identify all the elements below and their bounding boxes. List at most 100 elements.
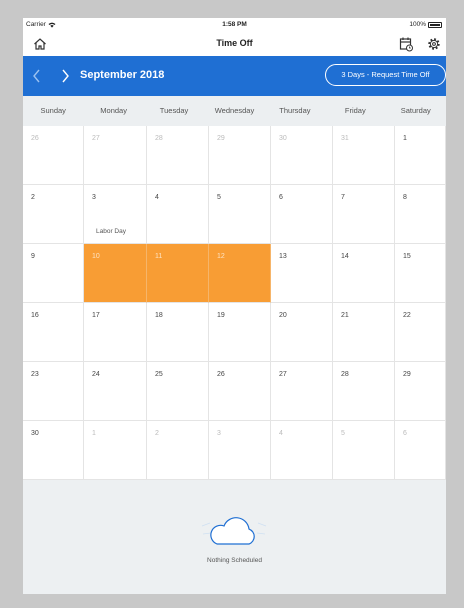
day-cell[interactable]: 1 — [395, 126, 446, 185]
day-cell[interactable]: 3 Labor Day — [84, 185, 147, 244]
weekday-thursday: Thursday — [279, 106, 311, 115]
day-cell[interactable]: 30 — [23, 421, 84, 480]
day-number: 6 — [279, 194, 283, 201]
day-number: 25 — [155, 371, 163, 378]
day-number: 30 — [279, 135, 287, 142]
day-cell[interactable]: 2 — [23, 185, 84, 244]
day-number: 3 — [217, 430, 221, 437]
weekday-saturday: Saturday — [400, 106, 431, 115]
day-cell[interactable]: 29 — [395, 362, 446, 421]
day-number: 12 — [217, 253, 225, 260]
battery-percent: 100% — [409, 21, 426, 28]
day-cell[interactable]: 16 — [23, 303, 84, 362]
day-number: 22 — [403, 312, 411, 319]
weekday-tuesday: Tuesday — [159, 106, 189, 115]
day-number: 28 — [155, 135, 163, 142]
day-number: 5 — [217, 194, 221, 201]
day-cell[interactable]: 27 — [84, 126, 147, 185]
month-title: September 2018 — [80, 69, 165, 81]
day-number: 27 — [279, 371, 287, 378]
day-cell[interactable]: 5 — [209, 185, 271, 244]
day-cell[interactable]: 7 — [333, 185, 395, 244]
day-cell-selected[interactable]: 11 — [147, 244, 209, 303]
day-cell[interactable]: 22 — [395, 303, 446, 362]
page-title: Time Off — [216, 38, 253, 48]
day-cell[interactable]: 21 — [333, 303, 395, 362]
day-number: 2 — [155, 430, 159, 437]
request-time-off-button[interactable]: 3 Days - Request Time Off — [325, 64, 446, 86]
day-number: 11 — [155, 253, 163, 260]
top-bar: Time Off — [23, 32, 446, 56]
battery: 100% — [409, 21, 442, 28]
day-cell[interactable]: 28 — [147, 126, 209, 185]
empty-state: Nothing Scheduled — [23, 480, 446, 594]
day-number: 3 — [92, 194, 96, 201]
calendar-icon[interactable] — [399, 36, 413, 52]
day-number: 27 — [92, 135, 100, 142]
day-cell[interactable]: 9 — [23, 244, 84, 303]
cloud-icon — [201, 517, 267, 545]
weekday-wednesday: Wednesday — [214, 106, 255, 115]
day-number: 28 — [341, 371, 349, 378]
day-cell[interactable]: 28 — [333, 362, 395, 421]
day-number: 14 — [341, 253, 349, 260]
battery-icon — [428, 21, 442, 28]
chevron-left-icon[interactable] — [30, 67, 44, 85]
gear-icon[interactable] — [426, 36, 442, 52]
weekday-sunday: Sunday — [40, 106, 66, 115]
weekday-monday: Monday — [100, 106, 127, 115]
day-number: 4 — [155, 194, 159, 201]
day-number: 19 — [217, 312, 225, 319]
day-cell[interactable]: 17 — [84, 303, 147, 362]
day-cell[interactable]: 30 — [271, 126, 333, 185]
day-cell[interactable]: 26 — [209, 362, 271, 421]
day-cell[interactable]: 4 — [271, 421, 333, 480]
day-cell[interactable]: 2 — [147, 421, 209, 480]
day-cell[interactable]: 31 — [333, 126, 395, 185]
day-cell[interactable]: 5 — [333, 421, 395, 480]
day-number: 26 — [217, 371, 225, 378]
day-cell[interactable]: 3 — [209, 421, 271, 480]
day-cell[interactable]: 14 — [333, 244, 395, 303]
day-cell[interactable]: 20 — [271, 303, 333, 362]
day-number: 31 — [341, 135, 349, 142]
day-cell[interactable]: 26 — [23, 126, 84, 185]
day-number: 2 — [31, 194, 35, 201]
day-cell-selected[interactable]: 10 — [84, 244, 147, 303]
day-cell[interactable]: 13 — [271, 244, 333, 303]
day-number: 4 — [279, 430, 283, 437]
day-number: 29 — [217, 135, 225, 142]
app-frame: Carrier 1:58 PM 100% Time Off September … — [23, 18, 446, 594]
day-cell[interactable]: 24 — [84, 362, 147, 421]
day-number: 10 — [92, 253, 100, 260]
day-number: 8 — [403, 194, 407, 201]
day-cell[interactable]: 6 — [395, 421, 446, 480]
day-number: 6 — [403, 430, 407, 437]
day-number: 20 — [279, 312, 287, 319]
day-cell[interactable]: 8 — [395, 185, 446, 244]
day-number: 13 — [279, 253, 287, 260]
day-cell[interactable]: 18 — [147, 303, 209, 362]
day-cell[interactable]: 6 — [271, 185, 333, 244]
day-cell[interactable]: 1 — [84, 421, 147, 480]
day-cell[interactable]: 15 — [395, 244, 446, 303]
day-number: 9 — [31, 253, 35, 260]
day-number: 15 — [403, 253, 411, 260]
weekday-friday: Friday — [344, 106, 366, 115]
day-number: 1 — [403, 135, 407, 142]
status-bar: Carrier 1:58 PM 100% — [23, 18, 446, 32]
day-cell[interactable]: 19 — [209, 303, 271, 362]
chevron-right-icon[interactable] — [58, 67, 72, 85]
day-cell[interactable]: 25 — [147, 362, 209, 421]
day-number: 30 — [31, 430, 39, 437]
empty-state-message: Nothing Scheduled — [207, 557, 262, 564]
day-cell-selected[interactable]: 12 — [209, 244, 271, 303]
day-number: 1 — [92, 430, 96, 437]
day-cell[interactable]: 29 — [209, 126, 271, 185]
holiday-label: Labor Day — [96, 228, 126, 235]
day-cell[interactable]: 23 — [23, 362, 84, 421]
day-number: 17 — [92, 312, 100, 319]
day-number: 18 — [155, 312, 163, 319]
day-cell[interactable]: 4 — [147, 185, 209, 244]
day-cell[interactable]: 27 — [271, 362, 333, 421]
